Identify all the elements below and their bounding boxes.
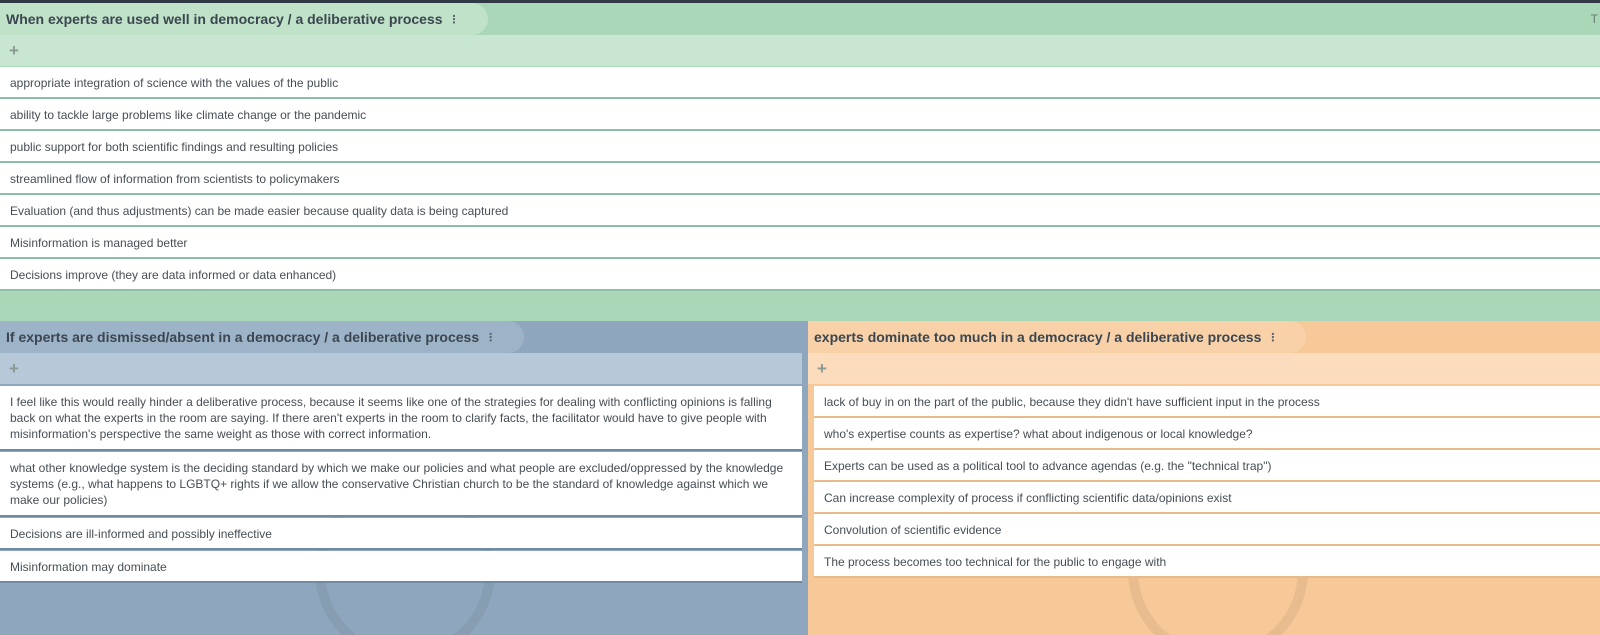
- card[interactable]: appropriate integration of science with …: [0, 67, 1600, 99]
- section-header[interactable]: experts dominate too much in a democracy…: [808, 321, 1307, 354]
- card[interactable]: ability to tackle large problems like cl…: [0, 99, 1600, 131]
- section-experts-used-well: When experts are used well in democracy …: [0, 3, 1600, 321]
- card[interactable]: Convolution of scientific evidence: [814, 514, 1600, 546]
- section-experts-dominate: experts dominate too much in a democracy…: [808, 321, 1600, 635]
- kebab-menu-icon[interactable]: ⋮: [485, 322, 496, 354]
- card[interactable]: Evaluation (and thus adjustments) can be…: [0, 195, 1600, 227]
- section-title: experts dominate too much in a democracy…: [814, 329, 1262, 345]
- card[interactable]: Can increase complexity of process if co…: [814, 482, 1600, 514]
- card[interactable]: I feel like this would really hinder a d…: [0, 386, 802, 451]
- section-header[interactable]: When experts are used well in democracy …: [0, 3, 488, 35]
- card-list: I feel like this would really hinder a d…: [0, 386, 802, 584]
- add-card-button[interactable]: +: [0, 35, 1600, 66]
- plus-icon: +: [817, 359, 827, 378]
- card[interactable]: what other knowledge system is the decid…: [0, 452, 802, 517]
- card[interactable]: Decisions improve (they are data informe…: [0, 259, 1600, 291]
- card-list: lack of buy in on the part of the public…: [814, 386, 1600, 578]
- section-title: If experts are dismissed/absent in a dem…: [6, 329, 480, 345]
- card[interactable]: Misinformation may dominate: [0, 551, 802, 583]
- card[interactable]: Decisions are ill-informed and possibly …: [0, 518, 802, 550]
- section-header[interactable]: If experts are dismissed/absent in a dem…: [0, 321, 525, 354]
- card[interactable]: who's expertise counts as expertise? wha…: [814, 418, 1600, 450]
- plus-icon: +: [9, 359, 19, 378]
- card[interactable]: streamlined flow of information from sci…: [0, 163, 1600, 195]
- card[interactable]: lack of buy in on the part of the public…: [814, 386, 1600, 418]
- section-title: When experts are used well in democracy …: [6, 11, 443, 27]
- card-list: appropriate integration of science with …: [0, 67, 1600, 291]
- card[interactable]: public support for both scientific findi…: [0, 131, 1600, 163]
- card[interactable]: Experts can be used as a political tool …: [814, 450, 1600, 482]
- card[interactable]: Misinformation is managed better: [0, 227, 1600, 259]
- plus-icon: +: [9, 41, 19, 60]
- kebab-menu-icon[interactable]: ⋮: [1267, 322, 1278, 354]
- card[interactable]: The process becomes too technical for th…: [814, 546, 1600, 578]
- corner-letter: T: [1590, 12, 1598, 26]
- kebab-menu-icon[interactable]: ⋮: [449, 4, 460, 36]
- add-card-button[interactable]: +: [0, 353, 802, 384]
- section-experts-dismissed: If experts are dismissed/absent in a dem…: [0, 321, 808, 635]
- add-card-button[interactable]: +: [808, 353, 1600, 384]
